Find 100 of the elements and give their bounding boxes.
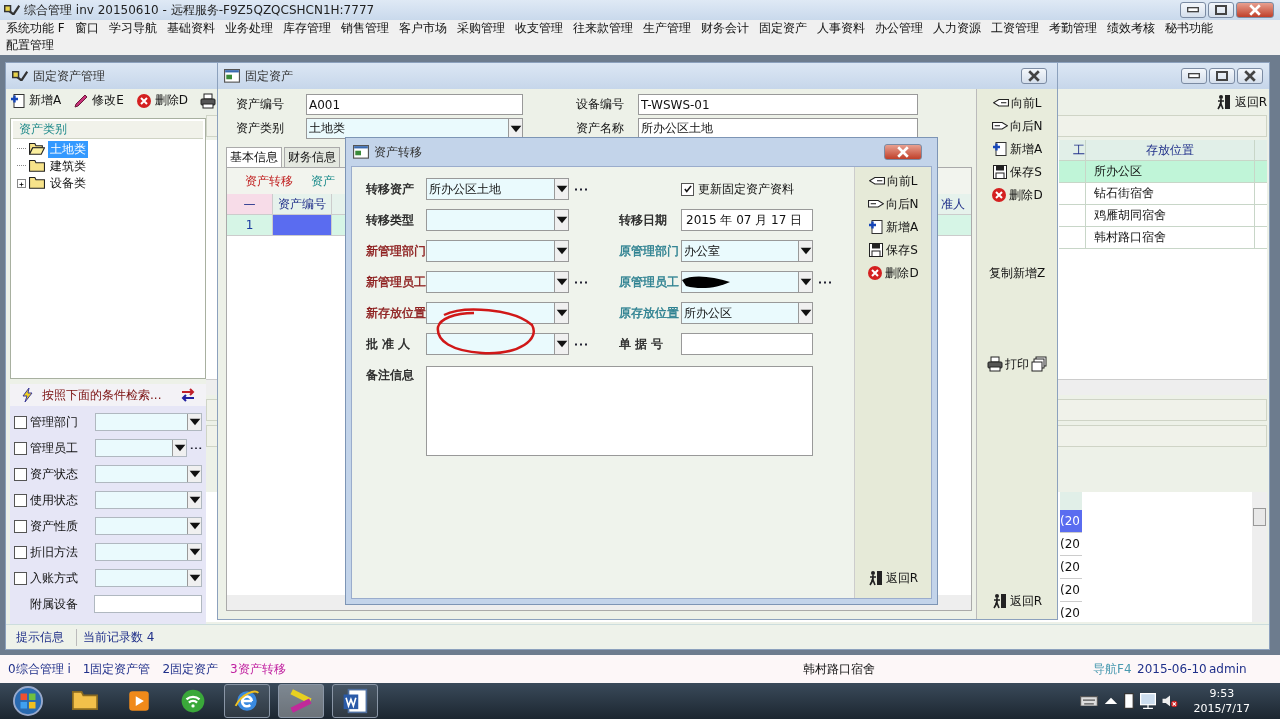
menu-item[interactable]: 人力资源 (932, 20, 981, 37)
toolbar-button[interactable]: 新增A (867, 219, 919, 235)
text-field[interactable]: T-WSWS-01 (638, 94, 918, 115)
window-tab[interactable]: 0综合管理 i (8, 660, 71, 678)
menu-item[interactable]: 考勤管理 (1048, 20, 1097, 37)
vertical-scrollbar[interactable] (1252, 492, 1267, 622)
toolbar-button[interactable]: 返回R (867, 570, 919, 586)
menu-item[interactable]: 库存管理 (282, 20, 331, 37)
dropdown-field[interactable] (94, 569, 202, 587)
taskbar-app-button[interactable] (224, 684, 270, 718)
grid-row[interactable]: 韩村路口宿舍 (1059, 227, 1267, 249)
menu-item[interactable]: 工资管理 (990, 20, 1039, 37)
print-button[interactable] (200, 92, 217, 109)
minimize-button[interactable] (1180, 2, 1206, 18)
table-cell[interactable]: (20 (1060, 556, 1082, 579)
return-button[interactable]: 返回R (1215, 93, 1267, 111)
notes-field[interactable] (426, 366, 813, 456)
table-cell[interactable] (273, 215, 332, 235)
column-header[interactable]: 准人 (941, 194, 971, 214)
menu-item[interactable]: 秘书功能 (1164, 20, 1213, 37)
toolbar-button[interactable]: 修改E (73, 92, 124, 110)
checkbox[interactable] (14, 467, 27, 481)
close-button[interactable] (1236, 2, 1274, 18)
dropdown-field[interactable]: 办公室 (681, 240, 813, 262)
dropdown-field[interactable] (94, 491, 202, 509)
close-button[interactable] (884, 144, 922, 160)
toolbar-button[interactable]: 向前L (992, 95, 1042, 111)
menu-item[interactable]: 业务处理 (224, 20, 273, 37)
menu-item[interactable]: 往来款管理 (572, 20, 633, 37)
menu-item[interactable]: 办公管理 (874, 20, 923, 37)
toolbar-button[interactable]: 保存S (868, 242, 918, 258)
menu-item[interactable]: 固定资产 (758, 20, 807, 37)
window-tab[interactable]: 3资产转移 (230, 660, 286, 678)
dropdown-field[interactable] (94, 465, 202, 483)
toolbar-button[interactable]: 新增A (991, 141, 1043, 157)
tree-item[interactable]: 设备类 (48, 174, 88, 192)
text-field[interactable]: 所办公区土地 (638, 118, 918, 139)
menu-item[interactable]: 销售管理 (340, 20, 389, 37)
sub-tab[interactable]: 资产 (311, 172, 335, 190)
toolbar-button[interactable]: 向后N (991, 118, 1043, 134)
table-cell[interactable]: (20 (1060, 510, 1082, 533)
menu-item[interactable]: 配置管理 (6, 37, 54, 54)
menu-item[interactable]: 采购管理 (456, 20, 505, 37)
menu-item[interactable]: 财务会计 (700, 20, 749, 37)
tab[interactable]: 财务信息 (284, 147, 340, 167)
text-field[interactable] (681, 333, 813, 355)
dropdown-field[interactable] (426, 209, 569, 231)
dropdown-field[interactable] (94, 517, 202, 535)
column-header[interactable]: 工 (1059, 140, 1086, 160)
sub-tab[interactable]: 资产转移 (245, 172, 293, 190)
checkbox[interactable] (14, 415, 27, 429)
menu-item[interactable]: 学习导航 (108, 20, 157, 37)
checkbox[interactable] (14, 493, 27, 507)
window-tab[interactable]: 2固定资产 (162, 660, 219, 678)
toolbar-button[interactable]: 新增A (10, 92, 62, 110)
checkbox[interactable] (681, 182, 694, 196)
menu-item[interactable]: 收支管理 (514, 20, 563, 37)
menu-item[interactable]: 绩效考核 (1106, 20, 1155, 37)
start-button[interactable] (10, 684, 46, 718)
checkbox[interactable] (14, 441, 27, 455)
text-field[interactable]: 2015 年 07 月 17 日 (681, 209, 813, 231)
toolbar-button[interactable]: 返回R (991, 593, 1043, 609)
expand-toggle[interactable] (17, 178, 26, 188)
checkbox[interactable] (14, 571, 27, 585)
text-field[interactable]: 土地类 (306, 118, 523, 139)
column-header[interactable]: 存放位置 (1086, 140, 1255, 160)
checkbox[interactable] (14, 545, 27, 559)
dropdown-field[interactable]: 所办公区 (681, 302, 813, 324)
dropdown-field[interactable] (426, 240, 569, 262)
dropdown-field[interactable] (681, 271, 813, 293)
minimize-button[interactable] (1181, 68, 1207, 84)
menu-item[interactable]: 系统功能 F (6, 20, 65, 37)
dropdown-field[interactable] (94, 413, 202, 431)
dropdown-field[interactable]: 所办公区土地 (426, 178, 569, 200)
toolbar-button[interactable]: 向前L (868, 173, 918, 189)
close-button[interactable] (1021, 68, 1047, 84)
tab[interactable]: 基本信息 (226, 147, 282, 167)
menu-item[interactable]: 基础资料 (166, 20, 215, 37)
toolbar-button[interactable]: 复制新增Z (988, 265, 1046, 281)
toolbar-button[interactable]: 保存S (992, 164, 1042, 180)
window-tab[interactable]: 1固定资产管 (82, 660, 151, 678)
checkbox[interactable] (14, 519, 27, 533)
close-button[interactable] (1237, 68, 1263, 84)
dropdown-field[interactable] (426, 271, 569, 293)
table-cell[interactable]: (20 (1060, 533, 1082, 556)
toolbar-button[interactable]: 删除D (135, 92, 189, 110)
text-field[interactable]: A001 (306, 94, 523, 115)
tree-item[interactable]: 建筑类 (48, 157, 88, 175)
grid-row[interactable]: 钻石街宿舍 (1059, 183, 1267, 205)
menu-item[interactable]: 生产管理 (642, 20, 691, 37)
taskbar-app-button[interactable] (332, 684, 378, 718)
toolbar-button[interactable]: 删除D (991, 187, 1043, 203)
dropdown-field[interactable] (95, 439, 187, 457)
menu-item[interactable]: 客户市场 (398, 20, 447, 37)
grid-row[interactable]: 所办公区 (1059, 161, 1267, 183)
menu-item[interactable]: 人事资料 (816, 20, 865, 37)
text-field[interactable] (93, 595, 202, 613)
toolbar-button[interactable]: 删除D (867, 265, 919, 281)
maximize-button[interactable] (1209, 68, 1235, 84)
column-header[interactable]: — (227, 194, 273, 214)
